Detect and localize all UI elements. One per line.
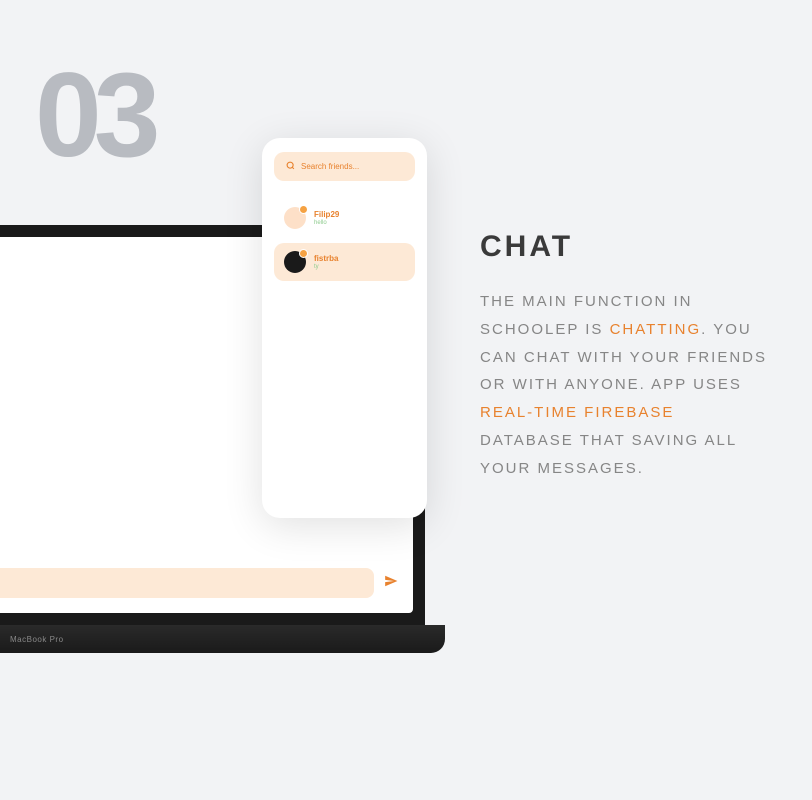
search-input[interactable]: Search friends... xyxy=(274,152,415,181)
notification-badge xyxy=(299,249,308,258)
laptop-brand: MacBook Pro xyxy=(10,635,64,644)
friend-item[interactable]: Filip29 hello xyxy=(274,199,415,237)
search-placeholder: Search friends... xyxy=(301,162,359,171)
section-description: THE MAIN FUNCTION IN SCHOOLEP IS CHATTIN… xyxy=(480,288,770,482)
friend-item[interactable]: fistrba ty xyxy=(274,243,415,281)
send-icon[interactable] xyxy=(384,574,398,593)
content-section: CHAT THE MAIN FUNCTION IN SCHOOLEP IS CH… xyxy=(480,230,770,482)
highlight-text: REAL-TIME FIREBASE xyxy=(480,404,674,421)
section-title: CHAT xyxy=(480,230,770,264)
friend-last-message: hello xyxy=(314,220,339,226)
notification-badge xyxy=(299,205,308,214)
chat-input-row: Message... xyxy=(0,568,398,598)
laptop-base: MacBook Pro xyxy=(0,625,445,653)
friend-info: Filip29 hello xyxy=(314,210,339,226)
avatar xyxy=(284,207,306,229)
friend-name: fistrba xyxy=(314,254,338,263)
avatar xyxy=(284,251,306,273)
friend-name: Filip29 xyxy=(314,210,339,219)
message-input[interactable]: Message... xyxy=(0,568,374,598)
search-icon xyxy=(286,161,295,172)
phone-mockup: Search friends... Filip29 hello fistrba … xyxy=(262,138,427,518)
section-number: 03 xyxy=(35,55,152,175)
text-part: DATABASE THAT SAVING ALL YOUR MESSAGES. xyxy=(480,432,737,477)
friend-info: fistrba ty xyxy=(314,254,338,270)
highlight-text: CHATTING xyxy=(610,321,702,338)
friend-last-message: ty xyxy=(314,264,338,270)
